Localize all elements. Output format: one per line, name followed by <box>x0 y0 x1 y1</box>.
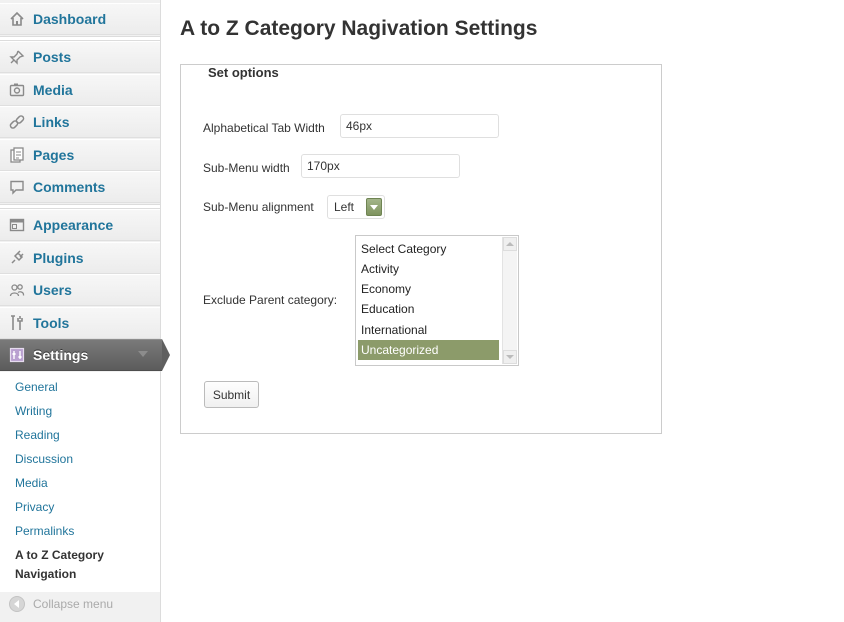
active-menu-arrow <box>162 339 170 371</box>
submenu-alignment-select[interactable]: Left <box>327 195 385 219</box>
submit-button[interactable]: Submit <box>204 381 259 408</box>
menu-item-comments[interactable]: Comments <box>0 171 160 203</box>
menu-item-settings[interactable]: Settings <box>0 339 162 371</box>
media-icon <box>8 81 26 99</box>
menu-item-media[interactable]: Media <box>0 74 160 106</box>
list-option[interactable]: Education <box>358 299 499 319</box>
chevron-down-icon[interactable] <box>138 351 148 357</box>
list-option[interactable]: International <box>358 320 499 340</box>
appearance-icon <box>8 216 26 234</box>
menu-item-links[interactable]: Links <box>0 106 160 138</box>
list-option[interactable]: Activity <box>358 259 499 279</box>
menu-item-users[interactable]: Users <box>0 274 160 306</box>
listbox-scrollbar[interactable] <box>502 237 517 364</box>
menu-item-label: Tools <box>33 315 70 331</box>
menu-item-plugins[interactable]: Plugins <box>0 242 160 274</box>
scroll-up-icon[interactable] <box>503 237 517 251</box>
settings-submenu: General Writing Reading Discussion Media… <box>0 372 160 592</box>
menu-item-label: Appearance <box>33 217 114 233</box>
submenu-item-general[interactable]: General <box>0 375 160 399</box>
exclude-category-listbox[interactable]: Select Category Activity Economy Educati… <box>355 235 519 366</box>
home-icon <box>8 10 26 28</box>
submenu-item-privacy[interactable]: Privacy <box>0 495 160 519</box>
pushpin-icon <box>8 48 26 66</box>
menu-item-label: Posts <box>33 49 72 65</box>
menu-item-label: Comments <box>33 179 106 195</box>
list-option[interactable]: Select Category <box>358 239 499 259</box>
submenu-width-input[interactable] <box>301 154 460 178</box>
tab-width-label: Alphabetical Tab Width <box>203 121 325 135</box>
menu-item-label: Plugins <box>33 250 84 266</box>
settings-icon <box>8 346 26 364</box>
submenu-item-discussion[interactable]: Discussion <box>0 447 160 471</box>
menu-item-tools[interactable]: Tools <box>0 307 160 339</box>
users-icon <box>8 281 26 299</box>
page-title: A to Z Category Nagivation Settings <box>180 17 538 40</box>
submenu-item-media[interactable]: Media <box>0 471 160 495</box>
collapse-arrow-icon <box>9 596 25 612</box>
submenu-alignment-label: Sub-Menu alignment <box>203 200 314 214</box>
exclude-category-label: Exclude Parent category: <box>203 293 338 307</box>
scroll-down-icon[interactable] <box>503 350 517 364</box>
dropdown-arrow-icon[interactable] <box>366 198 382 216</box>
menu-item-label: Users <box>33 282 72 298</box>
menu-item-label: Pages <box>33 147 75 163</box>
submenu-width-label: Sub-Menu width <box>203 161 290 175</box>
list-option[interactable]: Economy <box>358 279 499 299</box>
menu-item-label: Links <box>33 114 70 130</box>
submenu-item-a-to-z-navigation[interactable]: A to Z Category Navigation <box>0 543 160 586</box>
tab-width-input[interactable] <box>340 114 499 138</box>
fieldset-legend: Set options <box>200 65 287 80</box>
collapse-menu-label: Collapse menu <box>33 597 114 611</box>
menu-item-posts[interactable]: Posts <box>0 41 160 73</box>
link-icon <box>8 113 26 131</box>
list-option-selected[interactable]: Uncategorized <box>358 340 499 360</box>
submenu-item-writing[interactable]: Writing <box>0 399 160 423</box>
select-value: Left <box>334 200 355 214</box>
menu-item-appearance[interactable]: Appearance <box>0 209 160 241</box>
pages-icon <box>8 146 26 164</box>
submenu-item-reading[interactable]: Reading <box>0 423 160 447</box>
collapse-menu-button[interactable]: Collapse menu <box>0 586 160 622</box>
plugin-icon <box>8 249 26 267</box>
menu-item-label: Media <box>33 82 73 98</box>
menu-item-pages[interactable]: Pages <box>0 139 160 171</box>
comment-icon <box>8 178 26 196</box>
submenu-item-permalinks[interactable]: Permalinks <box>0 519 160 543</box>
menu-item-dashboard[interactable]: Dashboard <box>0 3 160 35</box>
tools-icon <box>8 314 26 332</box>
menu-item-label: Settings <box>33 347 89 363</box>
menu-item-label: Dashboard <box>33 11 107 27</box>
